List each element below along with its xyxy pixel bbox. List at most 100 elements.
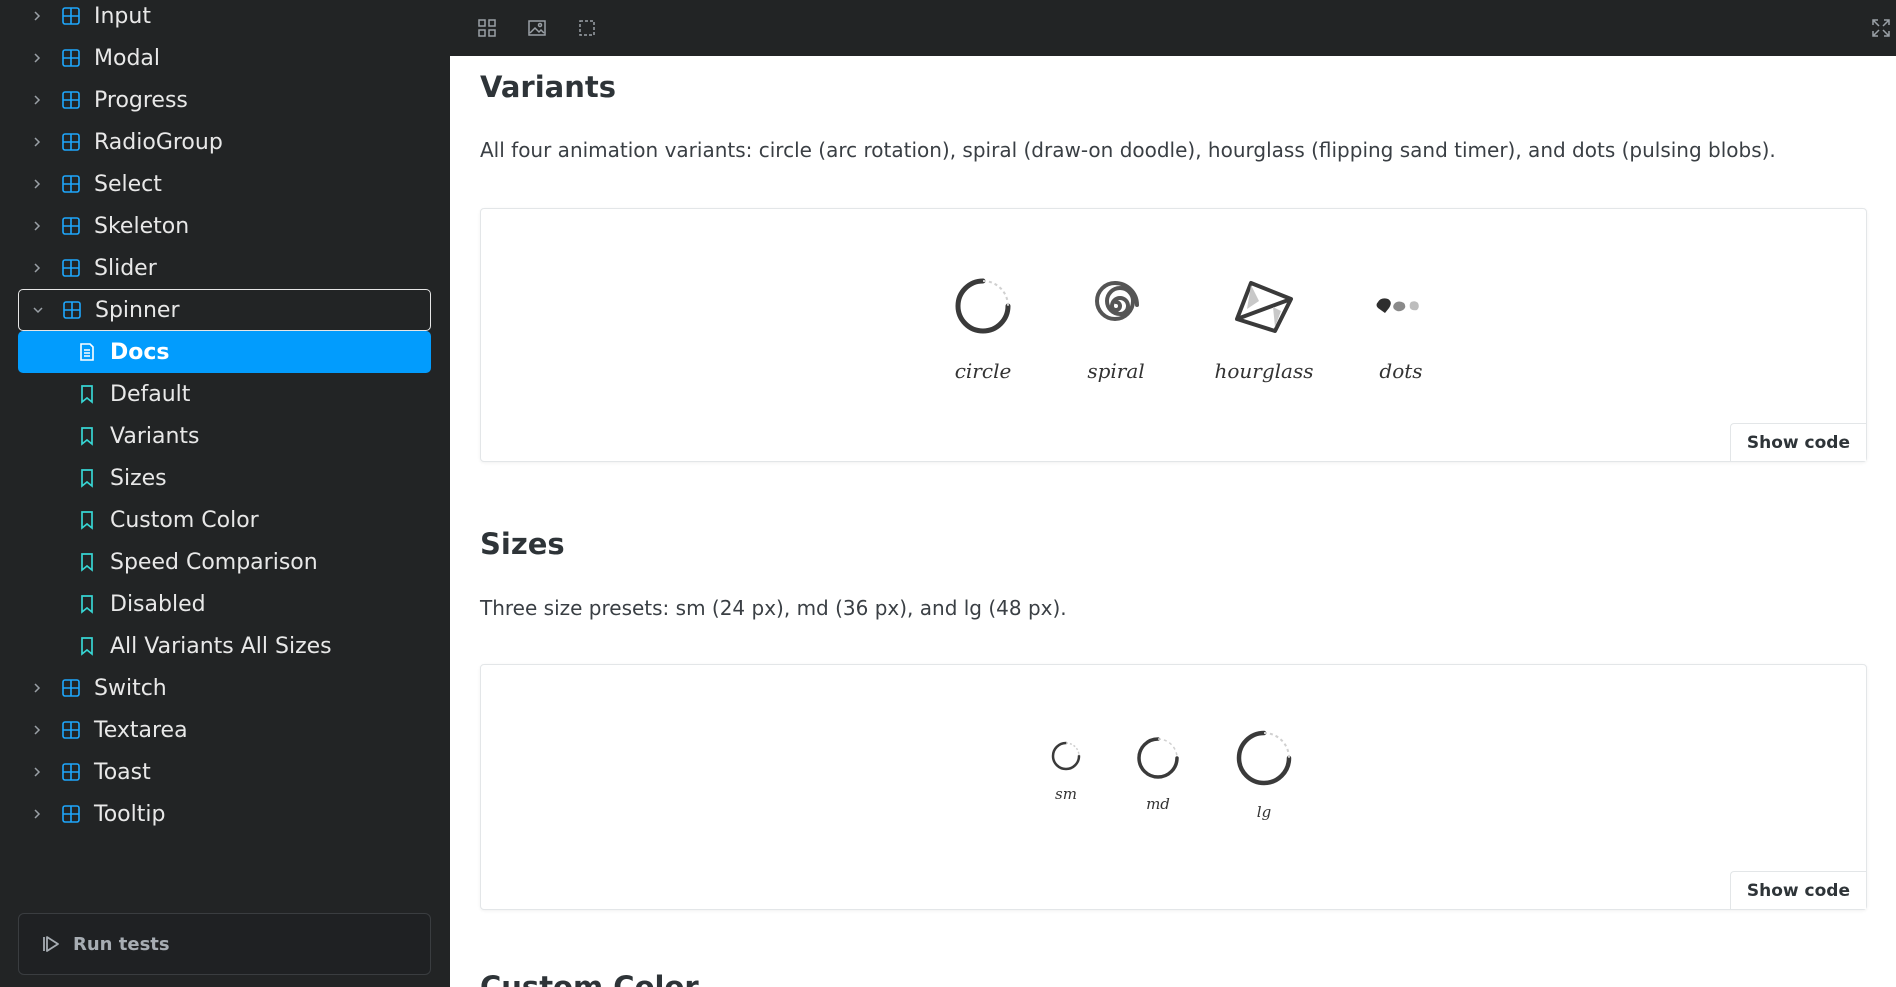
spiral-spinner: spiral [1058, 271, 1174, 383]
sizes-show-code-button[interactable]: Show code [1729, 871, 1866, 909]
component-icon [60, 173, 82, 195]
component-icon [60, 761, 82, 783]
sidebar-item-custom-color[interactable]: Custom Color [18, 499, 431, 541]
fullscreen-icon[interactable] [1866, 0, 1896, 56]
sidebar-item-progress[interactable]: Progress [18, 79, 431, 121]
sidebar-item-toast[interactable]: Toast [18, 751, 431, 793]
chevron-right-icon[interactable] [28, 175, 46, 193]
sidebar-item-switch[interactable]: Switch [18, 667, 431, 709]
bookmark-icon [76, 467, 98, 489]
sm-spinner-icon [1051, 741, 1081, 771]
sidebar-item-label: Sizes [110, 465, 167, 491]
chevron-right-icon[interactable] [28, 91, 46, 109]
sidebar: Input Modal Progress RadioGroup Select Skelet… [0, 0, 450, 987]
sizes-heading: Sizes [480, 527, 565, 561]
bookmark-icon [76, 383, 98, 405]
chevron-right-icon[interactable] [28, 217, 46, 235]
md-spinner: md [1123, 733, 1193, 813]
bookmark-icon [76, 593, 98, 615]
lg-spinner: lg [1222, 725, 1306, 821]
variants-preview: circle spiral hourglass dots Show code [480, 208, 1867, 462]
chevron-down-icon[interactable] [29, 301, 47, 319]
chevron-right-icon[interactable] [28, 133, 46, 151]
md-label: md [1146, 795, 1170, 813]
sidebar-item-speed-comparison[interactable]: Speed Comparison [18, 541, 431, 583]
sidebar-item-textarea[interactable]: Textarea [18, 709, 431, 751]
sidebar-item-label: Input [94, 3, 151, 29]
component-icon [60, 47, 82, 69]
spiral-label: spiral [1087, 359, 1145, 383]
sidebar-item-label: Skeleton [94, 213, 190, 239]
outline-icon[interactable] [562, 0, 612, 56]
chevron-right-icon[interactable] [28, 49, 46, 67]
grid-icon[interactable] [462, 0, 512, 56]
sidebar-item-default[interactable]: Default [18, 373, 431, 415]
dots-spinner-icon [1376, 298, 1419, 313]
variants-heading: Variants [480, 70, 617, 104]
spiral-spinner-icon [1095, 280, 1139, 321]
circle-spinner: circle [925, 271, 1041, 383]
circle-spinner-icon [955, 278, 1011, 334]
chevron-right-icon[interactable] [28, 259, 46, 277]
component-icon [60, 215, 82, 237]
sidebar-item-label: Progress [94, 87, 188, 113]
sidebar-item-label: Modal [94, 45, 160, 71]
sidebar-item-slider[interactable]: Slider [18, 247, 431, 289]
circle-label: circle [954, 359, 1012, 383]
bookmark-icon [76, 551, 98, 573]
bookmark-icon [76, 509, 98, 531]
sidebar-item-spinner[interactable]: Spinner [18, 289, 431, 331]
lg-spinner-icon [1236, 730, 1292, 786]
sidebar-item-label: Toast [94, 759, 151, 785]
sidebar-item-all-variants-all-sizes[interactable]: All Variants All Sizes [18, 625, 431, 667]
document-icon [76, 341, 98, 363]
sizes-description: Three size presets: sm (24 px), md (36 p… [480, 596, 1067, 620]
sidebar-item-label: Disabled [110, 591, 206, 617]
dots-spinner: dots [1343, 271, 1459, 383]
component-icon [61, 299, 83, 321]
sidebar-item-sizes[interactable]: Sizes [18, 457, 431, 499]
sidebar-item-skeleton[interactable]: Skeleton [18, 205, 431, 247]
chevron-right-icon[interactable] [28, 7, 46, 25]
sidebar-item-label: Speed Comparison [110, 549, 318, 575]
sidebar-item-docs[interactable]: Docs [18, 331, 431, 373]
run-tests-label: Run tests [73, 933, 170, 955]
sm-label: sm [1055, 785, 1077, 803]
sidebar-item-label: Switch [94, 675, 167, 701]
sidebar-item-select[interactable]: Select [18, 163, 431, 205]
dots-label: dots [1379, 359, 1423, 383]
chevron-right-icon[interactable] [28, 805, 46, 823]
md-spinner-icon [1137, 737, 1179, 779]
sidebar-item-label: RadioGroup [94, 129, 223, 155]
component-icon [60, 89, 82, 111]
sidebar-item-radiogroup[interactable]: RadioGroup [18, 121, 431, 163]
run-icon [41, 934, 61, 954]
sidebar-item-label: Textarea [94, 717, 188, 743]
chevron-right-icon[interactable] [28, 721, 46, 739]
component-icon [60, 5, 82, 27]
component-icon [60, 719, 82, 741]
sidebar-item-label: Custom Color [110, 507, 259, 533]
variants-show-code-button[interactable]: Show code [1729, 423, 1866, 461]
docs-content: Variants All four animation variants: ci… [450, 56, 1896, 987]
sm-spinner: sm [1041, 739, 1091, 803]
sidebar-item-label: Slider [94, 255, 157, 281]
hourglass-spinner: hourglass [1194, 271, 1334, 383]
sidebar-item-tooltip[interactable]: Tooltip [18, 793, 431, 835]
sidebar-item-modal[interactable]: Modal [18, 37, 431, 79]
image-icon[interactable] [512, 0, 562, 56]
chevron-right-icon[interactable] [28, 679, 46, 697]
lg-label: lg [1256, 803, 1272, 821]
component-icon [60, 257, 82, 279]
sidebar-item-label: Select [94, 171, 162, 197]
hourglass-label: hourglass [1214, 359, 1314, 383]
sizes-preview: sm md lg Show code [480, 664, 1867, 910]
sidebar-item-input[interactable]: Input [18, 0, 431, 37]
chevron-right-icon[interactable] [28, 763, 46, 781]
sidebar-item-label: Tooltip [94, 801, 166, 827]
run-tests-button[interactable]: Run tests [18, 913, 431, 975]
bookmark-icon [76, 635, 98, 657]
sidebar-item-disabled[interactable]: Disabled [18, 583, 431, 625]
sidebar-item-label: All Variants All Sizes [110, 633, 332, 659]
sidebar-item-variants[interactable]: Variants [18, 415, 431, 457]
